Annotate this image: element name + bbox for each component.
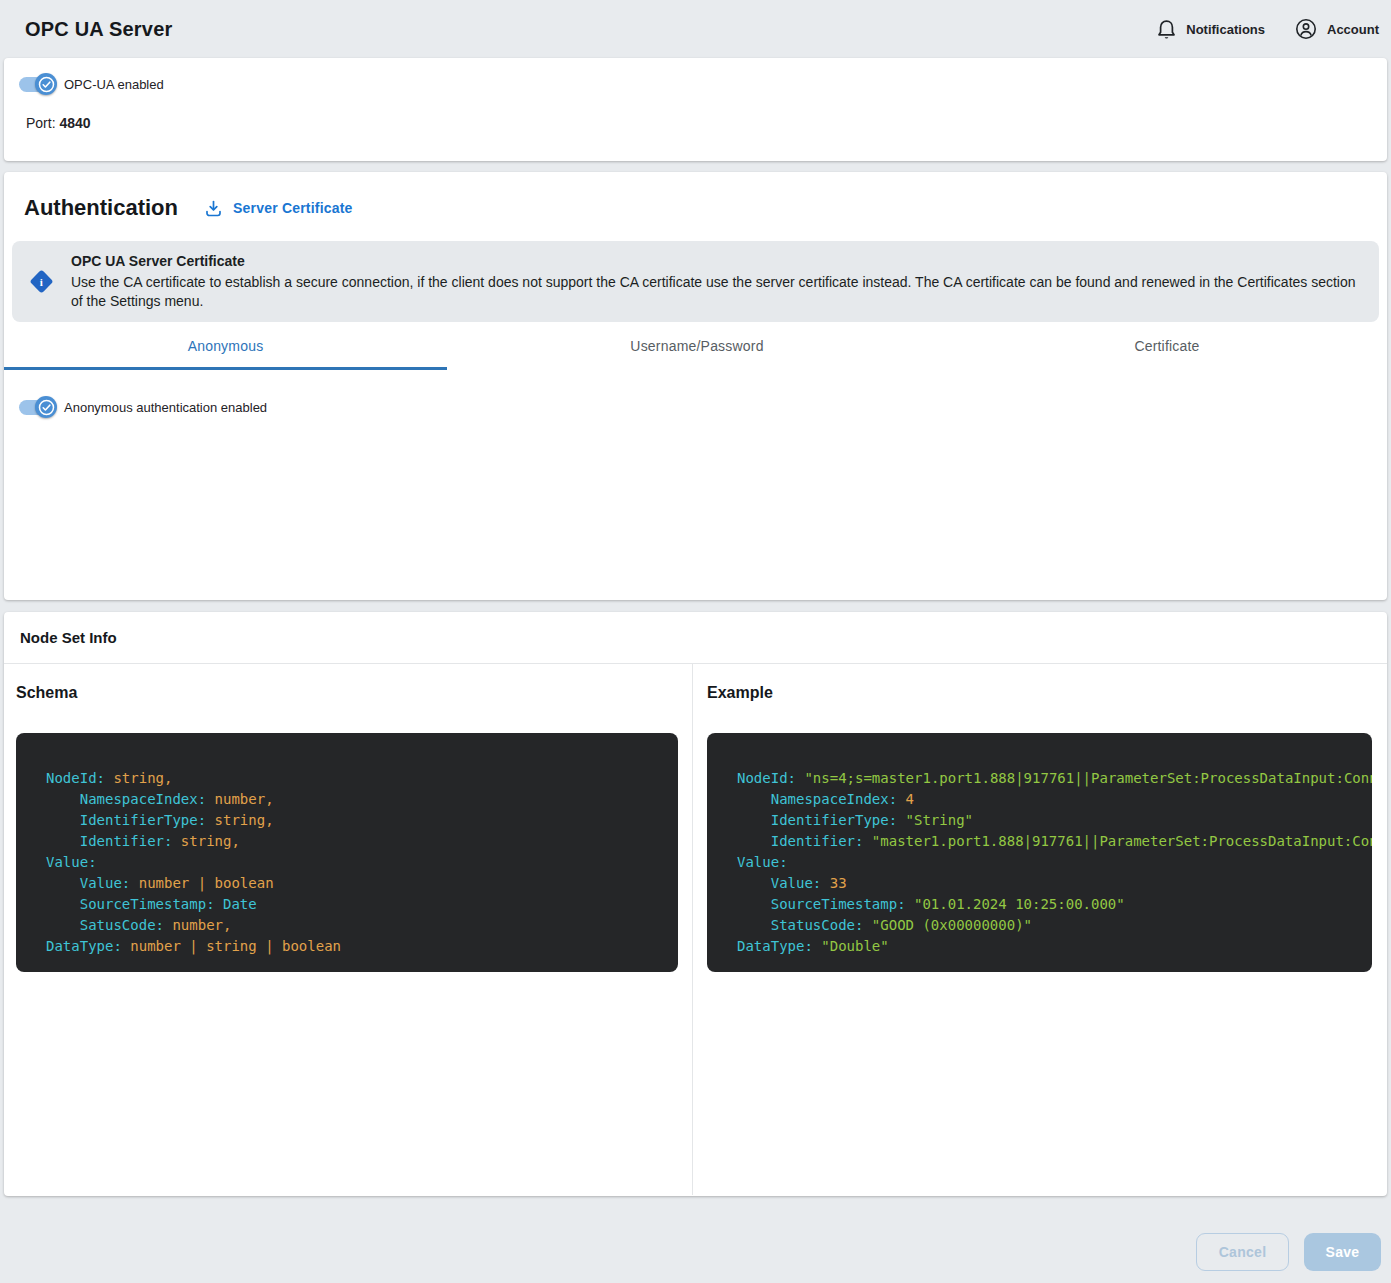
port-label: Port: — [26, 115, 56, 131]
node-set-info-title: Node Set Info — [4, 612, 1387, 664]
server-certificate-label: Server Certificate — [233, 200, 353, 216]
notifications-label: Notifications — [1186, 22, 1265, 37]
port-value: 4840 — [59, 115, 90, 131]
auth-tabs: Anonymous Username/Password Certificate — [4, 325, 1387, 370]
notifications-button[interactable]: Notifications — [1157, 19, 1265, 40]
server-certificate-link[interactable]: Server Certificate — [205, 200, 353, 217]
opcua-enabled-label: OPC-UA enabled — [64, 77, 164, 92]
schema-code-block: NodeId: string, NamespaceIndex: number, … — [16, 733, 678, 972]
anonymous-auth-toggle[interactable] — [17, 395, 57, 419]
certificate-info-banner: i OPC UA Server Certificate Use the CA c… — [12, 241, 1379, 322]
app-header: OPC UA Server Notifications Account — [0, 0, 1391, 58]
account-icon — [1295, 18, 1317, 40]
authentication-title: Authentication — [24, 195, 178, 221]
opcua-settings-card: OPC-UA enabled Port: 4840 — [4, 58, 1387, 161]
download-icon — [205, 200, 222, 217]
toggle-check-icon — [35, 73, 57, 95]
footer-actions: Cancel Save — [0, 1196, 1391, 1271]
example-title: Example — [707, 684, 1387, 702]
node-set-info-card: Node Set Info Schema NodeId: string, Nam… — [4, 612, 1387, 1196]
toggle-check-icon — [35, 396, 57, 418]
bell-icon — [1157, 19, 1176, 40]
schema-title: Schema — [16, 684, 692, 702]
info-icon: i — [29, 269, 53, 293]
authentication-card: Authentication Server Certificate i OPC … — [4, 172, 1387, 600]
account-label: Account — [1327, 22, 1379, 37]
anonymous-auth-label: Anonymous authentication enabled — [64, 400, 267, 415]
tab-username-password[interactable]: Username/Password — [447, 325, 947, 370]
tab-certificate[interactable]: Certificate — [947, 325, 1387, 370]
tab-anonymous[interactable]: Anonymous — [4, 325, 447, 370]
banner-body: Use the CA certificate to establish a se… — [71, 273, 1363, 311]
account-button[interactable]: Account — [1295, 18, 1379, 40]
page-title: OPC UA Server — [25, 18, 172, 41]
banner-title: OPC UA Server Certificate — [71, 253, 1363, 269]
port-row: Port: 4840 — [4, 115, 1387, 131]
opcua-enabled-toggle[interactable] — [17, 72, 57, 96]
example-code-block: NodeId: "ns=4;s=master1.port1.888|917761… — [707, 733, 1372, 972]
cancel-button[interactable]: Cancel — [1196, 1233, 1289, 1271]
save-button[interactable]: Save — [1304, 1233, 1381, 1271]
